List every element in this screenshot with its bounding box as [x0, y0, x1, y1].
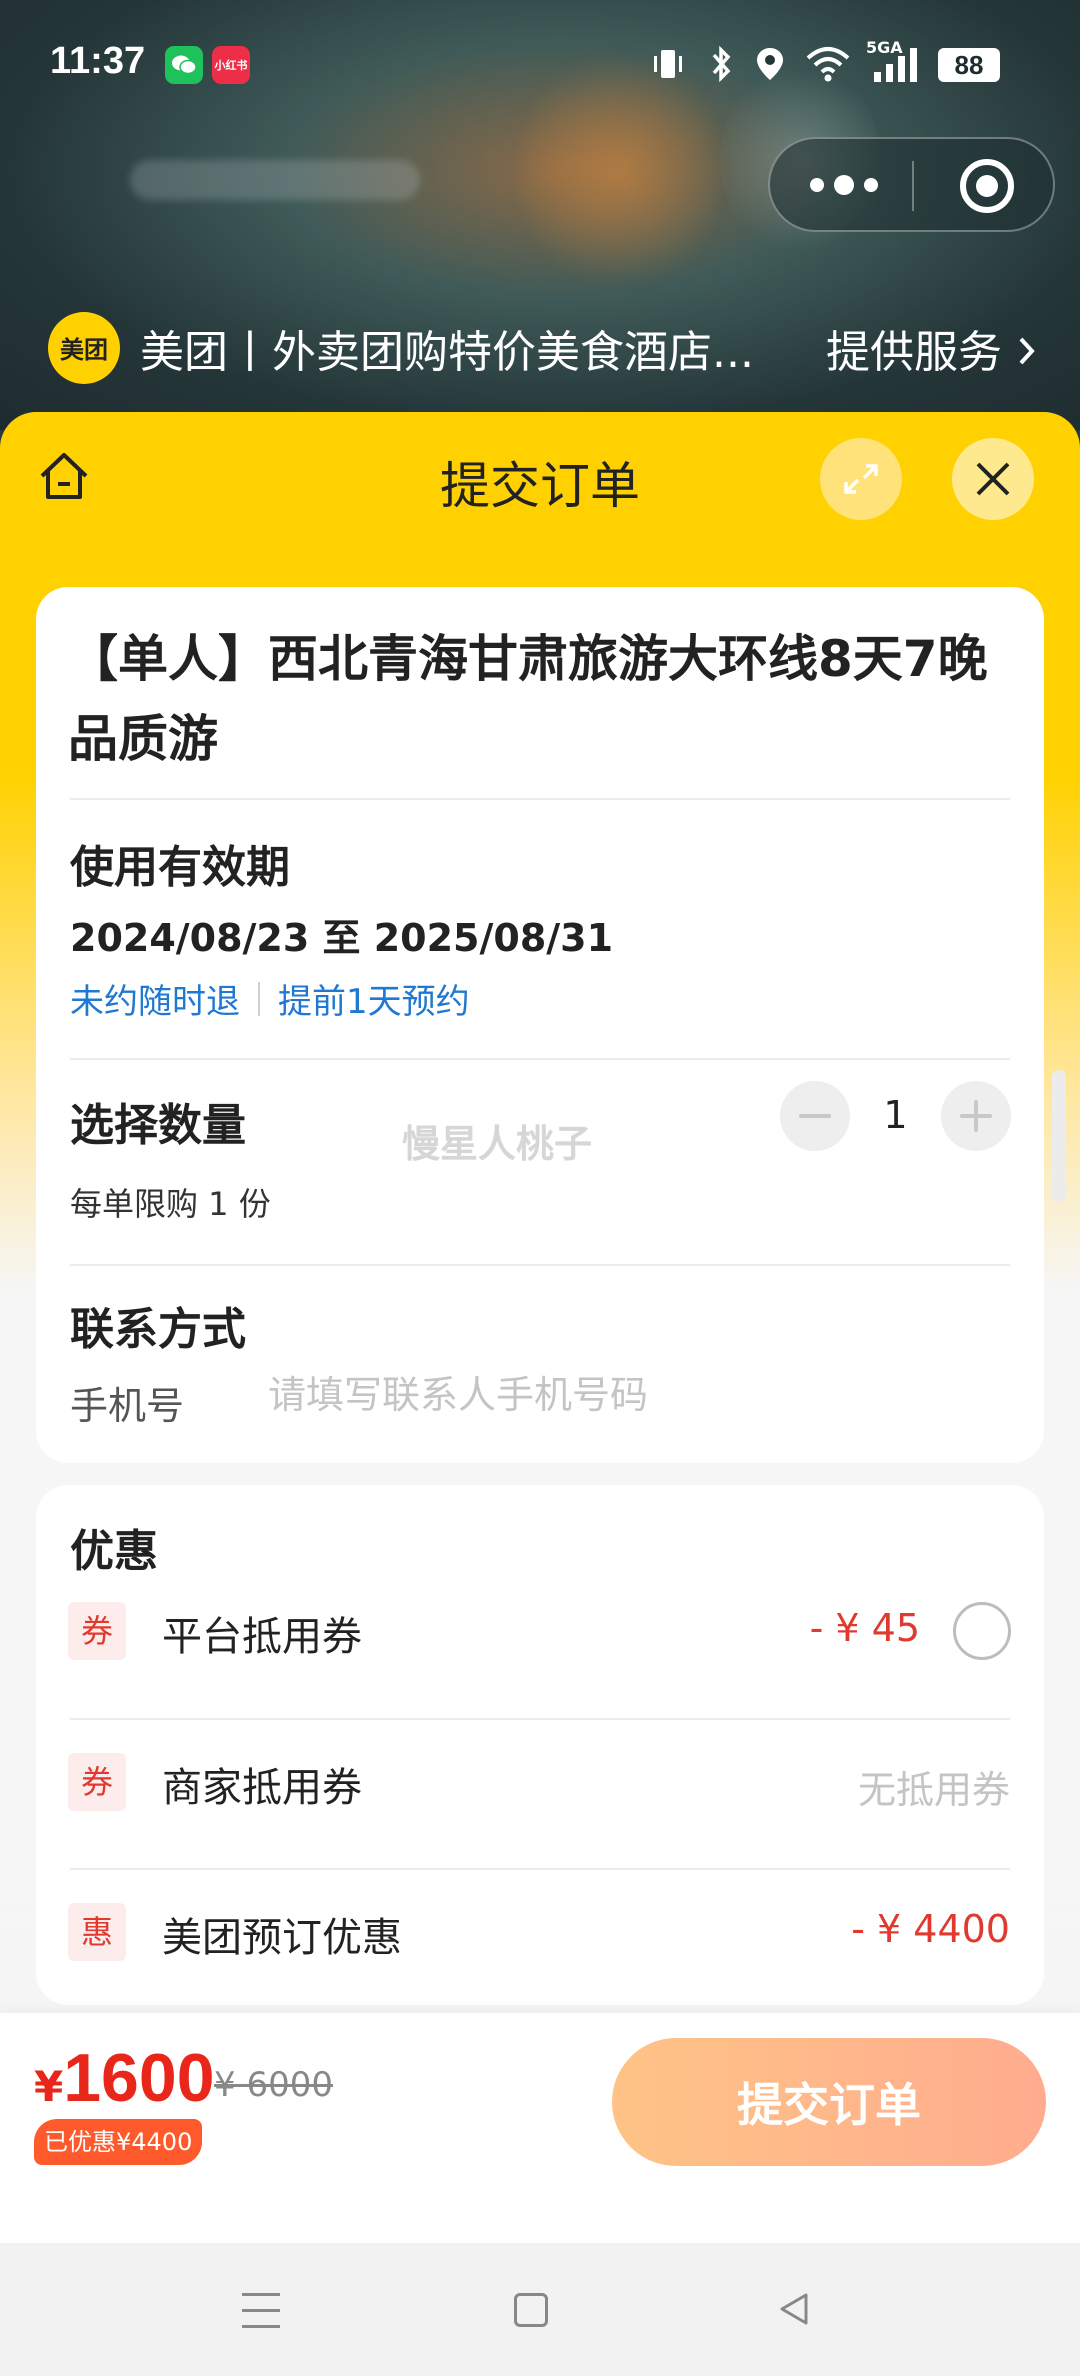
coupon-badge: 券	[68, 1602, 126, 1660]
watermark: 慢星人桃子	[402, 1122, 593, 1166]
service-provider-link[interactable]: 提供服务	[826, 316, 1038, 380]
scrollbar[interactable]	[1052, 1070, 1066, 1202]
service-label: 提供服务	[826, 326, 1002, 378]
discount-name: 美团预订优惠	[162, 1915, 402, 1961]
discount-card: 优惠 券 平台抵用券 - ¥ 45 券 商家抵用券 无抵用券 惠 美团预订优惠 …	[36, 1485, 1044, 2005]
coupon-radio[interactable]	[953, 1602, 1011, 1660]
divider	[70, 1058, 1010, 1060]
discount-amount: - ¥ 4400	[851, 1907, 1010, 1951]
battery-indicator: 88	[938, 48, 1000, 82]
validity-heading: 使用有效期	[70, 842, 290, 893]
discount-heading: 优惠	[70, 1526, 158, 1577]
xiaohongshu-icon: 小红书	[212, 46, 250, 84]
exit-target-icon[interactable]	[960, 159, 1014, 213]
merchant-coupon-row[interactable]: 券 商家抵用券 无抵用券	[36, 1731, 1044, 1831]
menu-icon[interactable]	[242, 2293, 280, 2329]
discount-name: 商家抵用券	[162, 1765, 362, 1811]
wechat-icon	[165, 46, 203, 84]
coupon-badge: 券	[68, 1753, 126, 1811]
system-nav-bar	[0, 2243, 1080, 2376]
home-square-icon[interactable]	[514, 2293, 548, 2327]
checkout-bar: ¥1600 ¥ 6000 已优惠¥4400 提交订单	[0, 2013, 1080, 2243]
discount-name: 平台抵用券	[162, 1614, 362, 1660]
discount-badge: 惠	[68, 1903, 126, 1961]
signal-icon	[870, 44, 926, 84]
chevron-right-icon	[1019, 337, 1035, 364]
price-value: 1600	[63, 2040, 215, 2116]
refund-policy: 未约随时退	[70, 982, 240, 1022]
product-title: 【单人】西北青海甘肃旅游大环线8天7晚品质游	[68, 630, 988, 768]
meituan-booking-discount-row: 惠 美团预订优惠 - ¥ 4400	[36, 1881, 1044, 1981]
more-icon[interactable]	[810, 175, 878, 195]
quantity-heading: 选择数量	[70, 1100, 246, 1151]
page-title: 提交订单	[440, 457, 640, 515]
submit-order-button[interactable]: 提交订单	[612, 2038, 1046, 2166]
divider	[70, 1718, 1010, 1720]
phone-input[interactable]	[268, 1367, 1008, 1423]
advance-booking-policy: 提前1天预约	[278, 982, 470, 1022]
validity-date-range: 2024/08/23 至 2025/08/31	[70, 916, 614, 960]
location-icon	[752, 44, 788, 84]
capsule-divider	[912, 161, 914, 211]
product-card: 【单人】西北青海甘肃旅游大环线8天7晚品质游 使用有效期 2024/08/23 …	[36, 587, 1044, 1463]
quantity-increase-button[interactable]	[941, 1081, 1011, 1151]
currency-symbol: ¥	[34, 2062, 64, 2111]
status-bar: 11:37 小红书 5GA 88	[0, 0, 1080, 130]
mini-program-header: 美团 美团丨外卖团购特价美食酒店... 提供服务	[48, 310, 1038, 385]
platform-coupon-row[interactable]: 券 平台抵用券 - ¥ 45	[36, 1580, 1044, 1680]
quantity-value: 1	[883, 1093, 908, 1137]
back-triangle-icon[interactable]	[774, 2289, 814, 2329]
divider	[70, 1868, 1010, 1870]
policy-separator	[258, 981, 260, 1016]
bluetooth-icon	[704, 44, 738, 84]
close-icon[interactable]	[952, 438, 1034, 520]
quantity-decrease-button[interactable]	[780, 1081, 850, 1151]
status-time: 11:37	[50, 40, 146, 82]
mini-program-name: 美团丨外卖团购特价美食酒店...	[140, 326, 754, 378]
final-price: ¥1600	[34, 2039, 215, 2117]
saved-badge: 已优惠¥4400	[34, 2119, 203, 2165]
discount-amount: - ¥ 45	[809, 1606, 920, 1650]
expand-icon[interactable]	[820, 438, 902, 520]
meituan-logo: 美团	[48, 311, 120, 384]
purchase-limit: 每单限购 1 份	[70, 1185, 271, 1223]
discount-amount: 无抵用券	[857, 1768, 1010, 1812]
phone-label: 手机号	[70, 1384, 185, 1428]
contact-heading: 联系方式	[70, 1304, 246, 1355]
divider	[70, 798, 1010, 800]
booking-policy: 未约随时退 提前1天预约	[70, 974, 470, 1023]
vibrate-icon	[648, 44, 688, 84]
mini-program-capsule	[768, 137, 1055, 232]
divider	[70, 1264, 1010, 1266]
original-price: ¥ 6000	[214, 2065, 333, 2105]
wifi-icon	[804, 44, 852, 84]
